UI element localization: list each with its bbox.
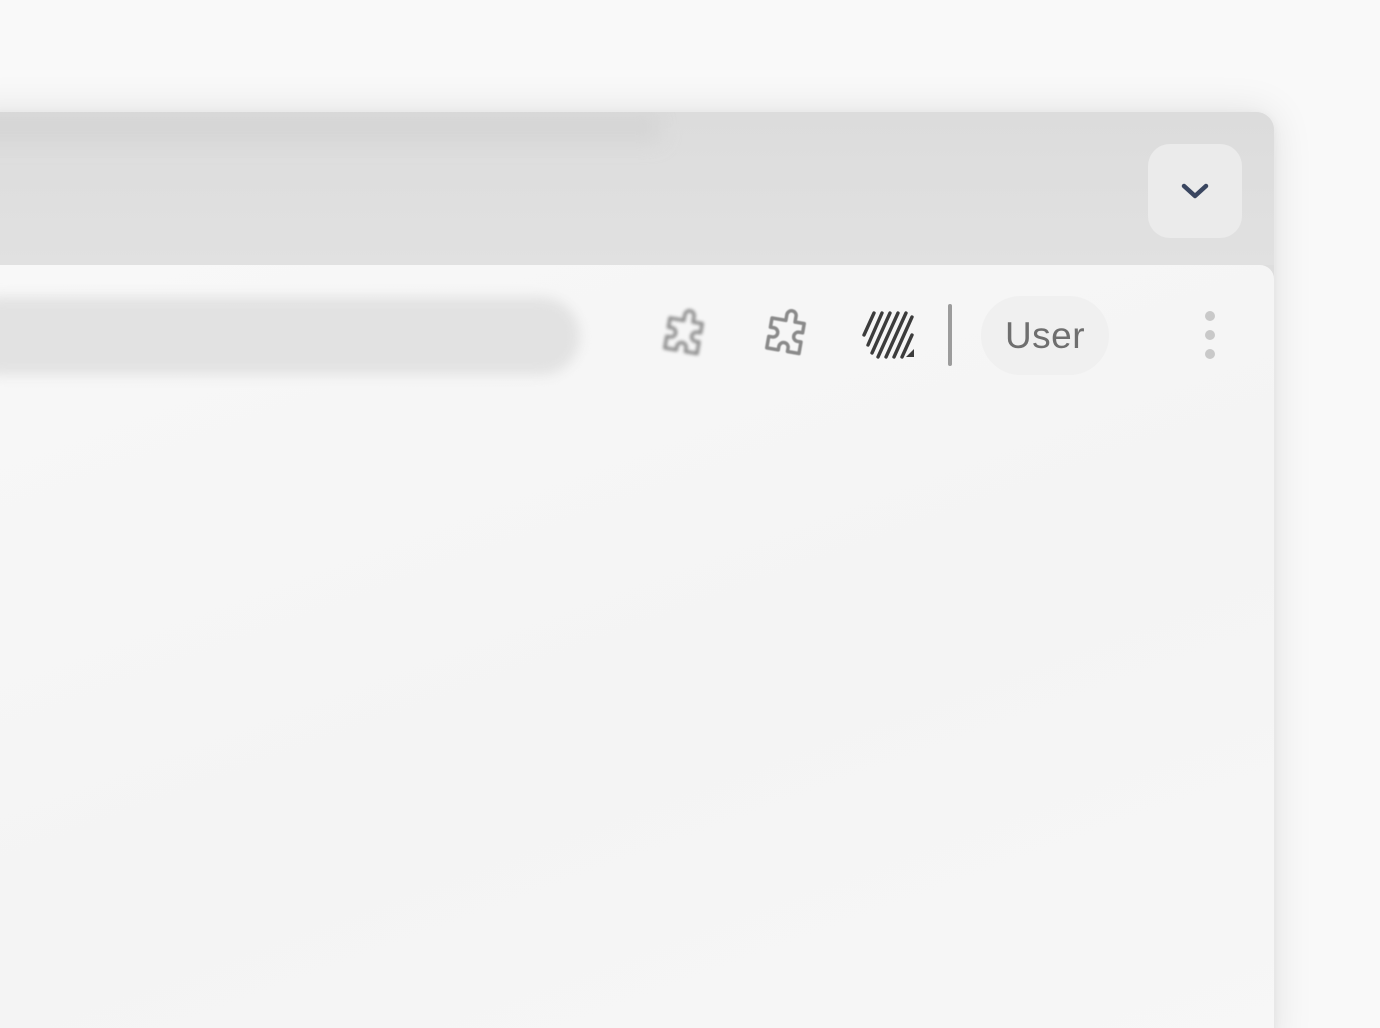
browser-window: User bbox=[0, 112, 1274, 1028]
browser-menu-button[interactable] bbox=[1196, 311, 1224, 359]
profile-label: User bbox=[1004, 314, 1086, 356]
tab-strip-shadow bbox=[0, 112, 660, 142]
toolbar: User bbox=[0, 265, 1274, 1028]
puzzle-icon bbox=[765, 309, 806, 356]
puzzle-icon bbox=[663, 309, 704, 356]
toolbar-divider bbox=[948, 304, 952, 366]
extension-button-3[interactable] bbox=[858, 305, 918, 365]
screenshot-page: User bbox=[0, 0, 1380, 1028]
menu-dot bbox=[1205, 349, 1215, 359]
striped-extension-icon bbox=[862, 311, 914, 359]
extension-button-2[interactable] bbox=[758, 305, 818, 365]
address-bar[interactable] bbox=[0, 297, 580, 375]
menu-dot bbox=[1205, 330, 1215, 340]
extension-button-1[interactable] bbox=[656, 305, 716, 365]
tab-search-button[interactable] bbox=[1148, 144, 1242, 238]
tab-strip bbox=[0, 112, 1274, 265]
vertical-dots-icon bbox=[1205, 311, 1215, 321]
profile-button[interactable]: User bbox=[981, 296, 1109, 375]
chevron-down-icon bbox=[1181, 183, 1209, 199]
